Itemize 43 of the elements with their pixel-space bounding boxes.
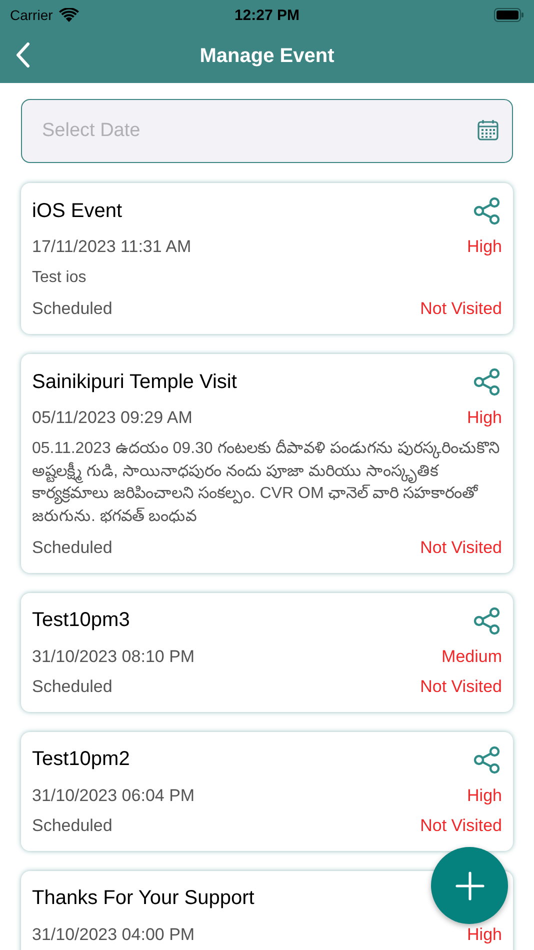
schedule-status: Scheduled: [32, 538, 112, 558]
event-title: iOS Event: [32, 200, 122, 222]
event-card[interactable]: Test10pm2 31/10/2023 06:04 PM High Scheduled Not Visited: [21, 732, 513, 851]
event-datetime: 31/10/2023 06:04 PM: [32, 786, 195, 806]
event-card[interactable]: Thanks For Your Support 31/10/2023 04:00 PM High: [21, 870, 513, 950]
event-description: 05.11.2023 ఉదయం 09.30 గంటలకు దీపావళి పండుగను పురస్కరించుకొని అష్టలక్ష్మీ గుడి, సాయినాధపురం నందు పూజా మరియు సాంస్కృతిక కార్యక్రమాలు జరిపించాలని సంకల్పం. CVR OM ఛానెల్ వారి సహకారంతో జరుగును. భగవత్ బంధువ: [32, 438, 501, 527]
event-description: Test ios: [32, 268, 88, 288]
priority-label: High: [467, 237, 502, 257]
share-icon[interactable]: [472, 604, 502, 637]
share-icon[interactable]: [472, 195, 502, 227]
visit-status: Not Visited: [420, 538, 502, 558]
priority-label: High: [467, 786, 502, 806]
event-datetime: 31/10/2023 08:10 PM: [32, 646, 195, 667]
event-title: Thanks For Your Support: [32, 887, 254, 910]
event-title: Test10pm2: [32, 748, 130, 772]
event-title: Sainikipuri Temple Visit: [32, 370, 237, 394]
event-title: Test10pm3: [32, 609, 130, 632]
event-card[interactable]: Test10pm3 31/10/2023 08:10 PM Medium Scheduled Not Visited: [21, 592, 513, 712]
visit-status: Not Visited: [420, 299, 502, 320]
priority-label: High: [467, 924, 502, 945]
share-icon[interactable]: [472, 744, 502, 776]
schedule-status: Scheduled: [32, 816, 112, 836]
screen-title: Manage Event: [200, 45, 334, 68]
carrier-label: Carrier: [10, 7, 53, 23]
event-datetime: 17/11/2023 11:31 AM: [32, 237, 192, 257]
priority-label: Medium: [442, 646, 502, 667]
plus-icon: [454, 870, 484, 900]
schedule-status: Scheduled: [32, 676, 112, 697]
event-card[interactable]: iOS Event 17/11/2023 11:31 AM High Test ios Scheduled Not Visited: [21, 183, 513, 334]
clock-time: 12:27 PM: [234, 6, 300, 24]
battery-icon: [494, 8, 524, 22]
event-datetime: 05/11/2023 09:29 AM: [32, 408, 192, 428]
event-datetime: 31/10/2023 04:00 PM: [32, 924, 195, 945]
visit-status: Not Visited: [420, 816, 502, 836]
visit-status: Not Visited: [420, 676, 502, 697]
calendar-icon[interactable]: [477, 119, 499, 141]
back-button[interactable]: [14, 40, 32, 70]
wifi-icon: [58, 8, 79, 22]
event-card[interactable]: [21, 354, 513, 573]
share-icon[interactable]: [472, 366, 502, 398]
priority-label: High: [467, 408, 502, 428]
schedule-status: Scheduled: [32, 299, 112, 320]
date-field[interactable]: Select Date: [21, 99, 513, 163]
